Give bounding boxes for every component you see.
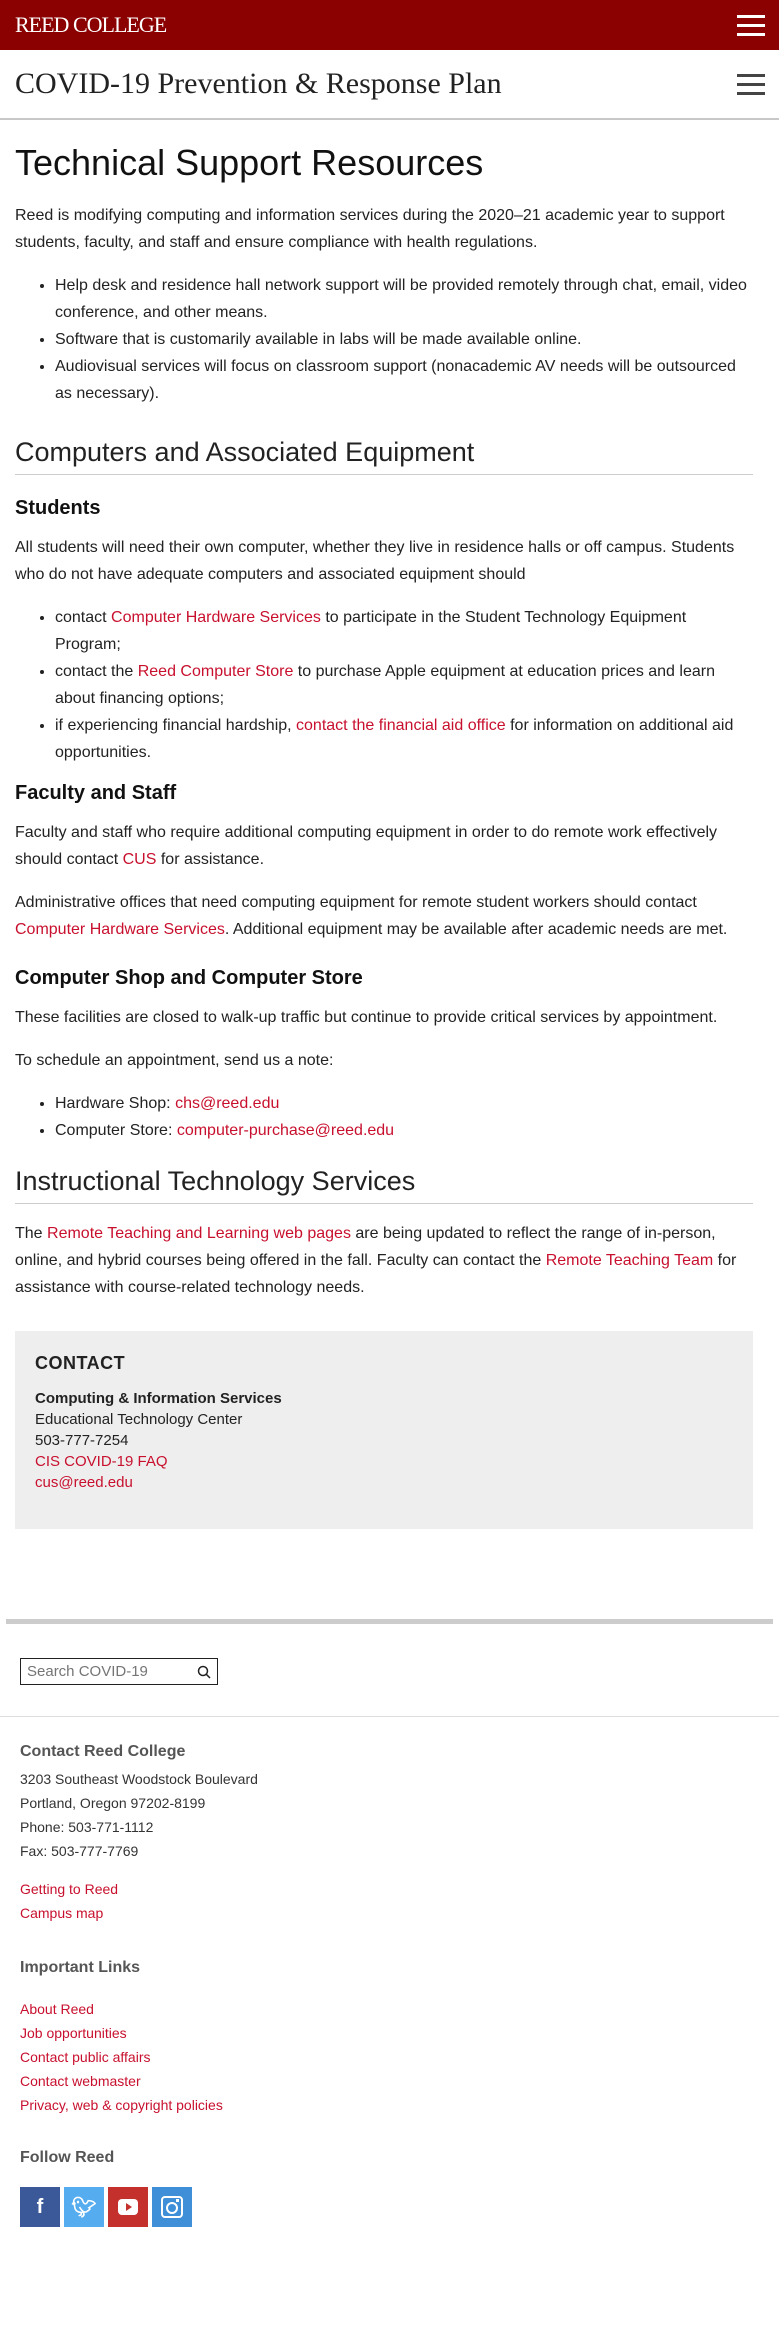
footer-heading: Contact Reed College	[20, 1743, 186, 1760]
list-item: if experiencing financial hardship, cont…	[55, 712, 753, 766]
paragraph: These facilities are closed to walk-up t…	[15, 1009, 718, 1026]
remote-teaching-pages-link[interactable]: Remote Teaching and Learning web pages	[47, 1225, 351, 1242]
chs-email-link[interactable]: chs@reed.edu	[175, 1095, 279, 1112]
subheading: Faculty and Staff	[15, 782, 177, 804]
cis-faq-link[interactable]: CIS COVID-19 FAQ	[35, 1453, 168, 1470]
list-item: Hardware Shop: chs@reed.edu	[55, 1090, 753, 1117]
list-item: Computer Store: computer-purchase@reed.e…	[55, 1117, 753, 1144]
contact-org: Computing & Information Services	[35, 1390, 282, 1407]
reed-logo[interactable]: REED COLLEGE	[15, 12, 167, 38]
contact-public-affairs-link[interactable]: Contact public affairs	[20, 2049, 150, 2065]
footer: Contact Reed College 3203 Southeast Wood…	[0, 1717, 779, 2267]
search-icon[interactable]	[197, 1665, 211, 1679]
section-heading: Instructional Technology Services	[15, 1166, 753, 1204]
paragraph: Faculty and staff who require additional…	[15, 819, 753, 873]
search-box	[20, 1658, 218, 1685]
twitter-icon[interactable]: 🐦︎	[64, 2187, 104, 2227]
computer-hardware-services-link[interactable]: Computer Hardware Services	[15, 921, 225, 938]
paragraph: The Remote Teaching and Learning web pag…	[15, 1220, 753, 1301]
about-reed-link[interactable]: About Reed	[20, 2001, 94, 2017]
phone: Phone: 503-771-1112	[20, 1819, 154, 1835]
campus-map-link[interactable]: Campus map	[20, 1905, 103, 1921]
list-item: Help desk and residence hall network sup…	[55, 272, 753, 326]
students-list: contact Computer Hardware Services to pa…	[55, 604, 753, 766]
youtube-icon[interactable]	[108, 2187, 148, 2227]
footer-heading: Follow Reed	[20, 2149, 115, 2166]
privacy-policies-link[interactable]: Privacy, web & copyright policies	[20, 2097, 223, 2113]
job-opportunities-link[interactable]: Job opportunities	[20, 2025, 127, 2041]
contact-box: CONTACT Computing & Information Services…	[15, 1331, 753, 1529]
text: if experiencing financial hardship,	[55, 717, 297, 734]
section-title[interactable]: COVID-19 Prevention & Response Plan	[15, 67, 502, 101]
paragraph: Administrative offices that need computi…	[15, 889, 753, 943]
paragraph: To schedule an appointment, send us a no…	[15, 1052, 334, 1069]
facebook-icon[interactable]: f	[20, 2187, 60, 2227]
text: Hardware Shop:	[55, 1095, 176, 1112]
address-line: 3203 Southeast Woodstock Boulevard	[20, 1771, 258, 1787]
page-title: Technical Support Resources	[15, 142, 484, 183]
subheading: Computer Shop and Computer Store	[15, 967, 363, 989]
contact-phone: 503-777-7254	[35, 1432, 129, 1449]
text: Computer Store:	[55, 1122, 177, 1139]
main-menu-icon[interactable]	[737, 14, 765, 36]
computer-purchase-email-link[interactable]: computer-purchase@reed.edu	[177, 1122, 394, 1139]
subheading: Students	[15, 497, 101, 519]
remote-teaching-team-link[interactable]: Remote Teaching Team	[546, 1252, 714, 1269]
text: contact	[55, 609, 112, 626]
fax: Fax: 503-777-7769	[20, 1843, 139, 1859]
list-item: Software that is customarily available i…	[55, 326, 753, 353]
top-bar: REED COLLEGE	[0, 0, 779, 50]
shop-list: Hardware Shop: chs@reed.edu Computer Sto…	[55, 1090, 753, 1144]
computer-hardware-services-link[interactable]: Computer Hardware Services	[111, 609, 321, 626]
text: The	[15, 1225, 48, 1242]
computer-store-link[interactable]: Reed Computer Store	[138, 663, 294, 680]
getting-to-reed-link[interactable]: Getting to Reed	[20, 1881, 118, 1897]
text: Administrative offices that need computi…	[15, 894, 697, 911]
text: contact the	[55, 663, 138, 680]
footer-divider	[6, 1619, 773, 1624]
address-line: Portland, Oregon 97202-8199	[20, 1795, 206, 1811]
paragraph: All students will need their own compute…	[15, 539, 735, 583]
footer-heading: Important Links	[20, 1959, 141, 1976]
intro-text: Reed is modifying computing and informat…	[15, 207, 725, 251]
section-menu-icon[interactable]	[737, 73, 765, 95]
search-input[interactable]	[27, 1663, 187, 1680]
cus-email-link[interactable]: cus@reed.edu	[35, 1474, 133, 1491]
intro-list: Help desk and residence hall network sup…	[55, 272, 753, 407]
text: Faculty and staff who require additional…	[15, 824, 718, 868]
contact-webmaster-link[interactable]: Contact webmaster	[20, 2073, 141, 2089]
list-item: contact Computer Hardware Services to pa…	[55, 604, 753, 658]
list-item: Audiovisual services will focus on class…	[55, 353, 753, 407]
section-heading: Computers and Associated Equipment	[15, 437, 753, 475]
cus-link[interactable]: CUS	[123, 851, 157, 868]
contact-heading: CONTACT	[35, 1353, 126, 1373]
contact-dept: Educational Technology Center	[35, 1411, 243, 1428]
instagram-icon[interactable]	[152, 2187, 192, 2227]
main-content: Technical Support Resources Reed is modi…	[0, 142, 779, 1529]
social-links: f 🐦︎	[20, 2187, 759, 2227]
text: . Additional equipment may be available …	[224, 921, 728, 938]
text: for assistance.	[156, 851, 265, 868]
financial-aid-link[interactable]: contact the financial aid office	[296, 717, 506, 734]
list-item: contact the Reed Computer Store to purch…	[55, 658, 753, 712]
section-header: COVID-19 Prevention & Response Plan	[0, 50, 779, 120]
